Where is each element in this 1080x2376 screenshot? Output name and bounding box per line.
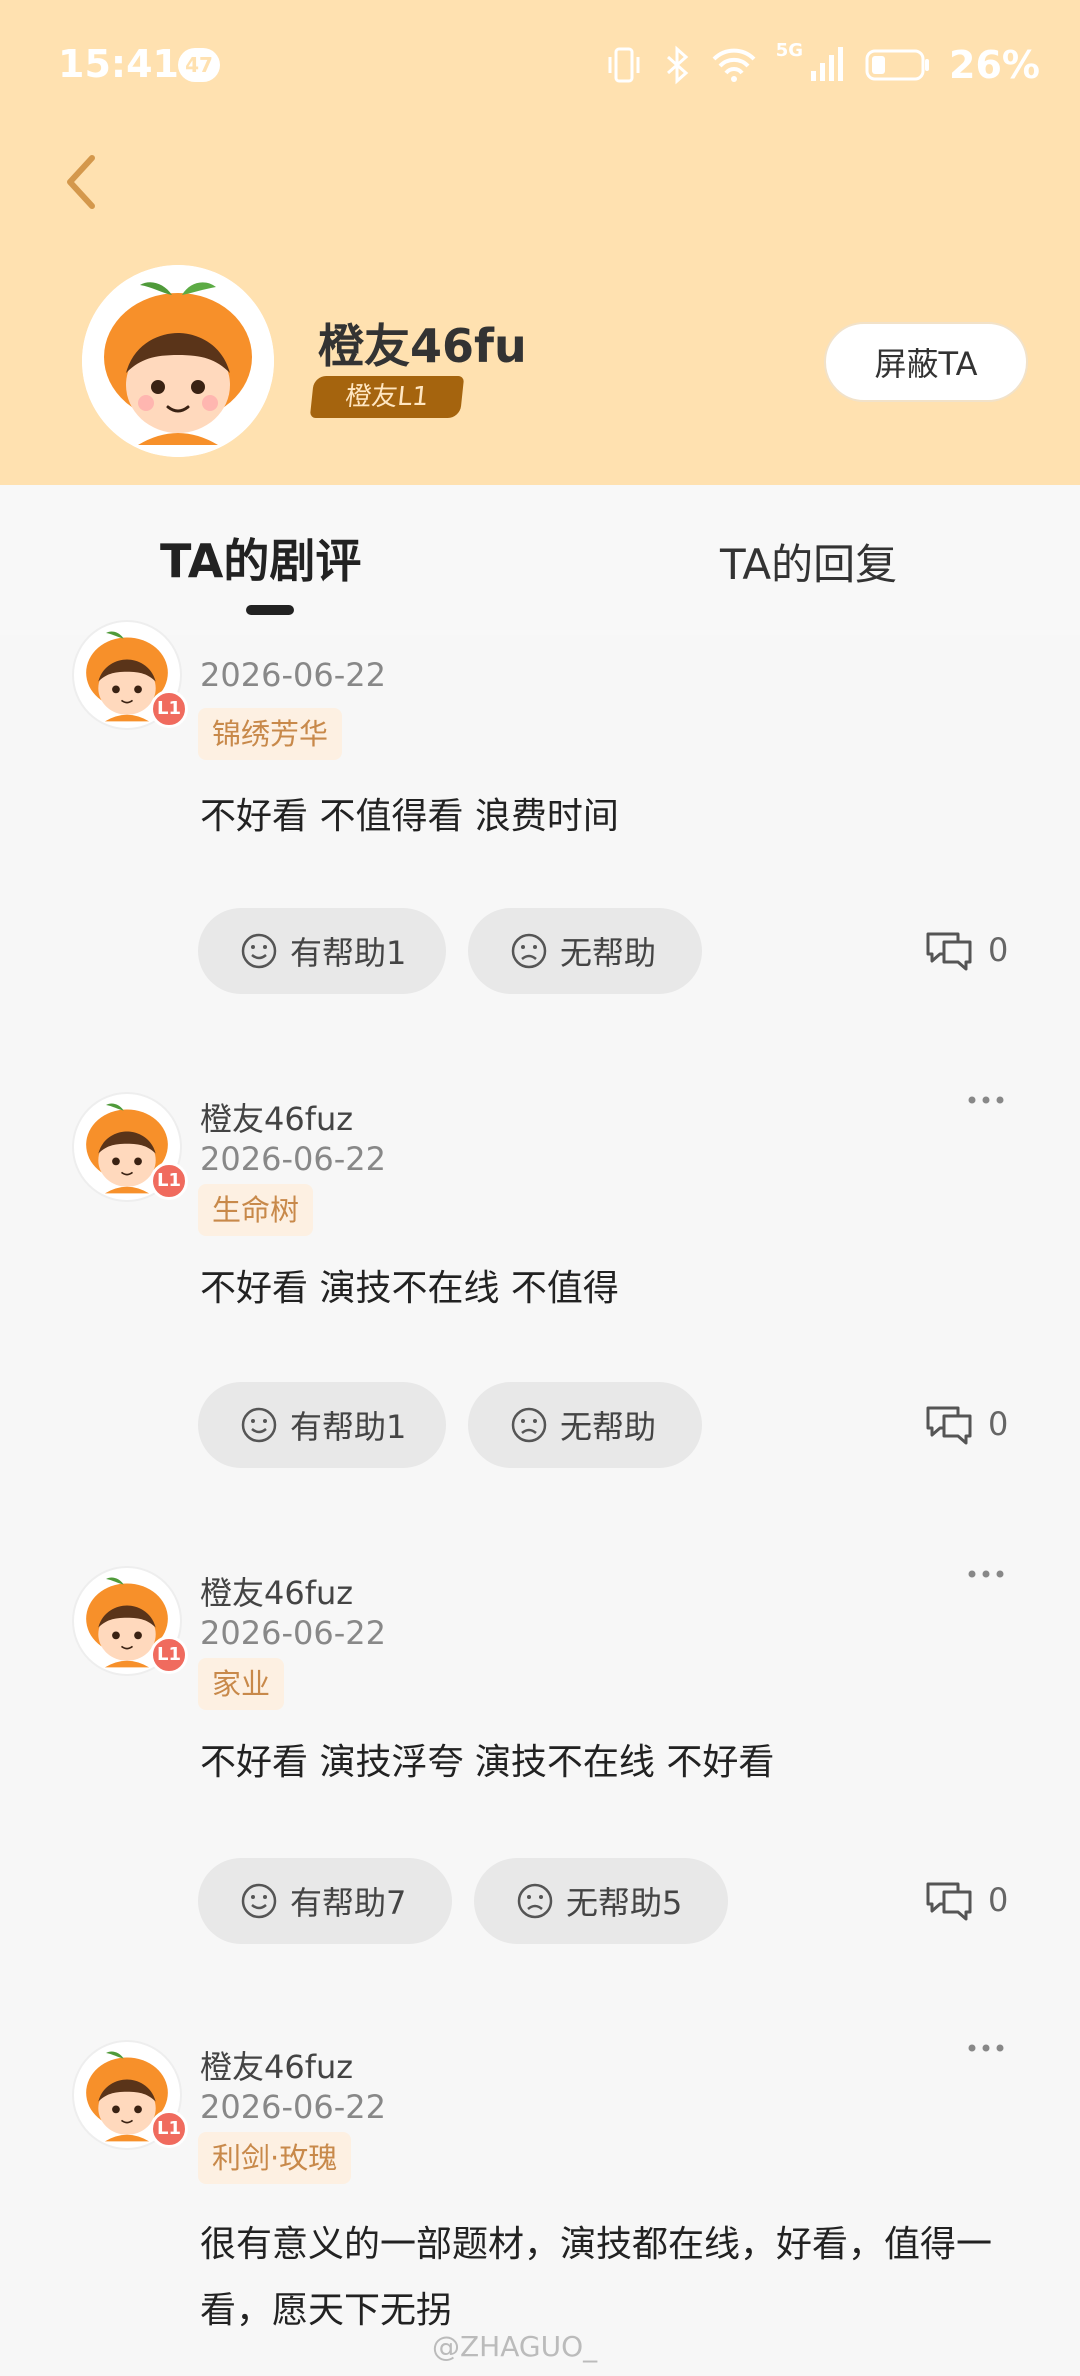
bluetooth-icon [666,45,688,85]
drama-tag[interactable]: 生命树 [198,1184,314,1236]
helpful-button[interactable]: 有帮助7 [198,1858,452,1944]
reviewer-name: 橙友46fuz [200,2048,354,2086]
status-icons: 5G 26% [604,40,1040,90]
comment-icon [926,1882,972,1921]
frown-icon [511,933,547,969]
user-level-badge: 橙友L1 [309,376,465,418]
signal-icon [811,47,844,81]
helpful-button[interactable]: 有帮助1 [198,908,446,994]
level-badge: L1 [150,690,188,728]
review-card: L1 2026-06-22 锦绣芳华 不好看 不值得看 浪费时间 有帮助1 无帮… [0,620,1080,1000]
avatar[interactable]: L1 [72,1566,188,1676]
level-badge: L1 [150,1162,188,1200]
review-text: 不好看 演技不在线 不值得 [200,1268,619,1309]
unhelpful-button[interactable]: 无帮助5 [474,1858,728,1944]
drama-tag[interactable]: 锦绣芳华 [198,708,343,760]
ellipsis-icon [968,1096,1004,1104]
chevron-left-icon [67,155,95,209]
level-badge: L1 [150,1636,188,1674]
smile-icon [241,933,277,969]
unhelpful-button[interactable]: 无帮助 [468,1382,702,1468]
orange-mascot-icon [82,265,274,457]
smile-icon [241,1407,277,1443]
tab-reviews[interactable]: TA的剧评 [160,525,361,591]
avatar[interactable]: L1 [72,2040,188,2150]
profile-avatar [82,265,274,457]
more-options-button[interactable] [966,1566,1006,1580]
tab-replies[interactable]: TA的回复 [720,531,897,592]
status-bar: 15:41 47 5G 26% [0,0,1080,130]
more-options-button[interactable] [966,2040,1006,2054]
battery-icon [865,49,930,81]
profile-header: 15:41 47 5G 26% 橙友46fu 橙友L1 屏蔽TA [0,0,1080,485]
reviewer-name: 橙友46fuz [200,1574,354,1612]
review-text: 很有意义的一部题材，演技都在线，好看，值得一看，愿天下无拐 [200,2224,993,2331]
level-badge: L1 [150,2110,188,2148]
back-button[interactable] [60,150,104,214]
more-options-button[interactable] [966,1092,1006,1106]
battery-percent: 26% [949,43,1040,87]
review-card: L1 橙友46fuz 2026-06-22 利剑·玫瑰 很有意义的一部题材，演技… [0,2040,1080,2376]
review-card: L1 橙友46fuz 2026-06-22 家业 不好看 演技浮夸 演技不在线 … [0,1566,1080,1946]
profile-username: 橙友46fu [318,319,527,373]
comment-count: 0 [988,931,1009,969]
comment-icon [926,932,972,971]
status-time: 15:41 [58,42,179,86]
comment-button[interactable]: 0 [924,1878,1008,1922]
review-card: L1 橙友46fuz 2026-06-22 生命树 不好看 演技不在线 不值得 … [0,1092,1080,1472]
drama-tag[interactable]: 家业 [198,1658,285,1710]
comment-button[interactable]: 0 [924,928,1008,972]
drama-tag[interactable]: 利剑·玫瑰 [198,2132,352,2184]
review-date: 2026-06-22 [200,1140,386,1178]
unhelpful-label: 无帮助 [560,934,657,972]
avatar[interactable]: L1 [72,620,188,730]
review-date: 2026-06-22 [200,656,386,694]
unhelpful-label: 无帮助 [560,1408,657,1446]
review-date: 2026-06-22 [200,2088,386,2126]
wifi-icon [712,48,756,82]
frown-icon [517,1883,553,1919]
helpful-label: 有帮助1 [290,934,407,972]
review-date: 2026-06-22 [200,1614,386,1652]
vibrate-icon [608,47,640,83]
helpful-button[interactable]: 有帮助1 [198,1382,446,1468]
comment-count: 0 [988,1405,1009,1443]
watermark: @ZHAGUO_ [432,2330,598,2363]
smile-icon [241,1883,277,1919]
block-user-button[interactable]: 屏蔽TA [824,322,1028,402]
helpful-label: 有帮助1 [290,1408,407,1446]
ellipsis-icon [968,1570,1004,1578]
comment-button[interactable]: 0 [924,1402,1008,1446]
tab-bar: TA的剧评 TA的回复 [0,485,1080,635]
helpful-label: 有帮助7 [290,1884,407,1922]
tab-active-indicator [246,605,294,615]
signal-label: 5G [775,40,804,61]
comment-count: 0 [988,1881,1009,1919]
reviewer-name: 橙友46fuz [200,1100,354,1138]
review-text: 不好看 不值得看 浪费时间 [200,796,619,837]
avatar[interactable]: L1 [72,1092,188,1202]
frown-icon [511,1407,547,1443]
comment-icon [926,1406,972,1445]
review-text: 不好看 演技浮夸 演技不在线 不好看 [200,1742,775,1783]
notification-badge: 47 [178,48,220,82]
unhelpful-label: 无帮助5 [566,1884,683,1922]
unhelpful-button[interactable]: 无帮助 [468,908,702,994]
ellipsis-icon [968,2044,1004,2052]
